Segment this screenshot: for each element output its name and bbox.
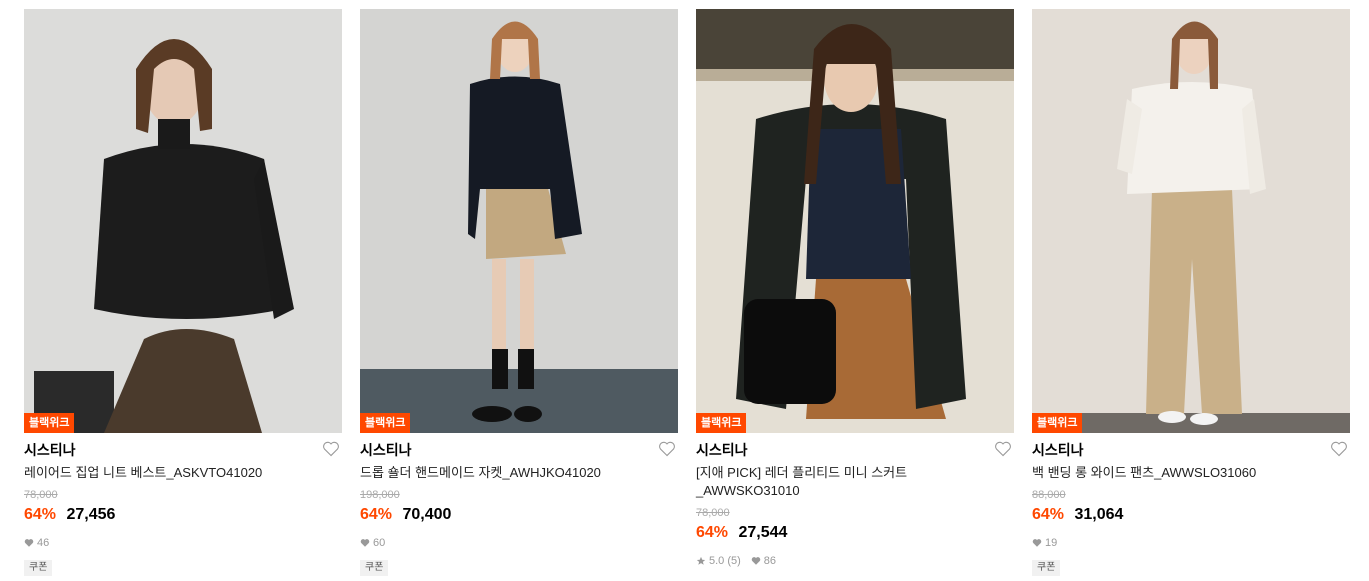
like-count: 19 [1045, 537, 1058, 549]
sale-price: 70,400 [402, 506, 452, 523]
brand-name[interactable]: 시스티나 [696, 440, 1014, 460]
brand-name[interactable]: 시스티나 [24, 440, 342, 460]
product-card[interactable]: 블랙위크 시스티나 레이어드 집업 니트 베스트_ASKVTO41020 78,… [24, 9, 342, 576]
product-name[interactable]: 드롭 숄더 핸드메이드 자켓_AWHJKO41020 [360, 464, 650, 482]
product-image[interactable]: 블랙위크 [24, 9, 342, 433]
product-name[interactable]: [지애 PICK] 레더 플리티드 미니 스커트_AWWSKO31010 [696, 464, 986, 500]
product-photo [1032, 9, 1350, 433]
original-price: 78,000 [696, 507, 730, 519]
heart-small-icon [24, 539, 34, 547]
like-count: 86 [763, 555, 777, 567]
promo-badge: 블랙위크 [24, 413, 75, 433]
heart-icon[interactable] [658, 441, 676, 457]
product-card[interactable]: 블랙위크 시스티나 [지애 PICK] 레더 플리티드 미니 스커트_AWWSK… [696, 9, 1014, 568]
discount-rate: 64% [24, 506, 57, 523]
heart-small-icon [1032, 539, 1042, 547]
coupon-tag: 쿠폰 [1032, 560, 1061, 576]
product-image[interactable]: 블랙위크 [360, 9, 678, 433]
product-photo [360, 9, 678, 433]
like-count: 60 [373, 537, 386, 549]
heart-icon[interactable] [322, 441, 340, 457]
original-price: 198,000 [360, 489, 400, 501]
product-name[interactable]: 레이어드 집업 니트 베스트_ASKVTO41020 [24, 464, 314, 482]
like-count: 46 [37, 537, 50, 549]
heart-icon[interactable] [1330, 441, 1348, 457]
heart-icon[interactable] [994, 441, 1012, 457]
coupon-tag: 쿠폰 [360, 560, 389, 576]
product-photo [696, 9, 1014, 433]
product-image[interactable]: 블랙위크 [696, 9, 1014, 433]
star-icon [696, 556, 706, 565]
discount-rate: 64% [360, 506, 393, 523]
heart-small-icon [360, 539, 370, 547]
rating-text: 5.0 (5) [709, 555, 741, 567]
promo-badge: 블랙위크 [360, 413, 411, 433]
product-photo [24, 9, 342, 433]
promo-badge: 블랙위크 [696, 413, 747, 433]
brand-name[interactable]: 시스티나 [360, 440, 678, 460]
original-price: 88,000 [1032, 489, 1066, 501]
product-grid: 블랙위크 시스티나 레이어드 집업 니트 베스트_ASKVTO41020 78,… [0, 0, 1369, 581]
heart-small-icon [751, 557, 761, 565]
coupon-tag: 쿠폰 [24, 560, 53, 576]
product-card[interactable]: 블랙위크 시스티나 백 밴딩 롱 와이드 팬츠_AWWSLO31060 88,0… [1032, 9, 1350, 576]
promo-badge: 블랙위크 [1032, 413, 1083, 433]
original-price: 78,000 [24, 489, 58, 501]
discount-rate: 64% [696, 524, 729, 541]
product-card[interactable]: 블랙위크 시스티나 드롭 숄더 핸드메이드 자켓_AWHJKO41020 198… [360, 9, 678, 576]
discount-rate: 64% [1032, 506, 1065, 523]
sale-price: 31,064 [1074, 506, 1124, 523]
brand-name[interactable]: 시스티나 [1032, 440, 1350, 460]
sale-price: 27,456 [66, 506, 116, 523]
product-image[interactable]: 블랙위크 [1032, 9, 1350, 433]
product-name[interactable]: 백 밴딩 롱 와이드 팬츠_AWWSLO31060 [1032, 464, 1322, 482]
sale-price: 27,544 [738, 524, 788, 541]
